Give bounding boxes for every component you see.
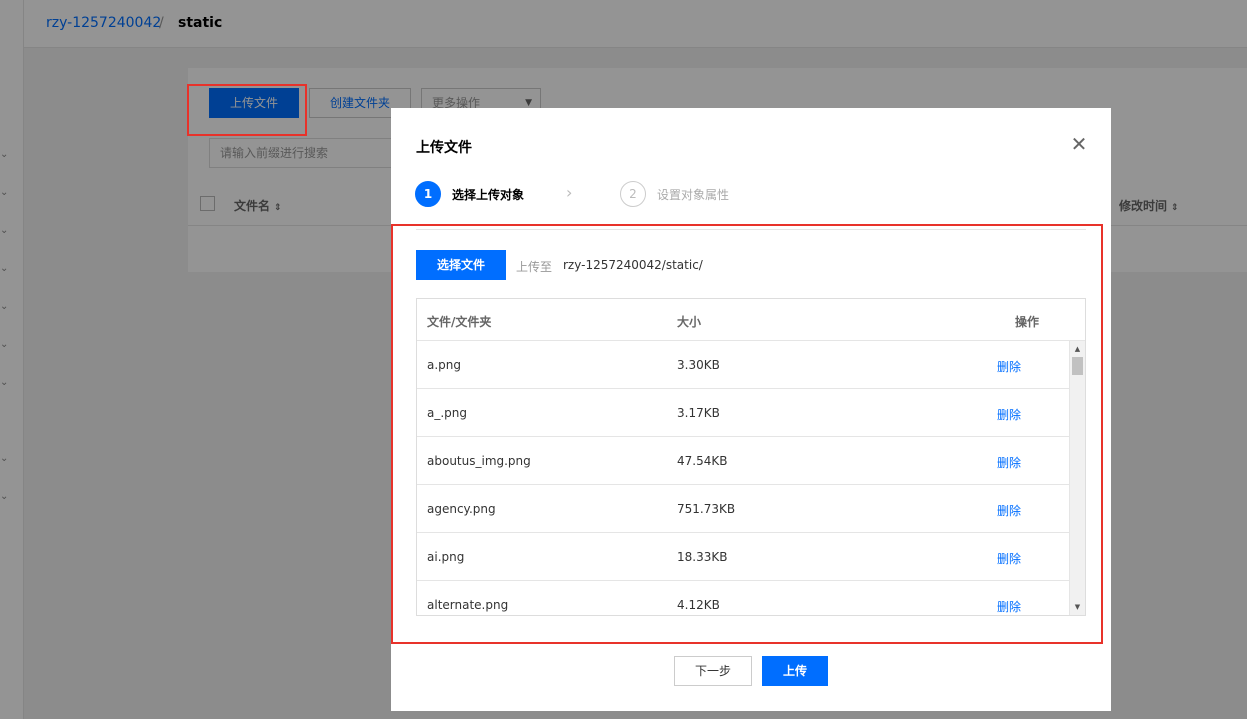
next-step-button[interactable]: 下一步 [674,656,752,686]
upload-button[interactable]: 上传 [762,656,828,686]
step-number: 1 [415,181,441,207]
highlight-box-file-area [391,224,1103,644]
dialog-title: 上传文件 [416,140,472,156]
close-icon[interactable]: ✕ [1069,134,1089,154]
step-label: 设置对象属性 [657,188,730,202]
chevron-right-icon: › [566,183,573,202]
step-label: 选择上传对象 [452,188,525,202]
highlight-box-upload-button [187,84,307,136]
step-number: 2 [620,181,646,207]
